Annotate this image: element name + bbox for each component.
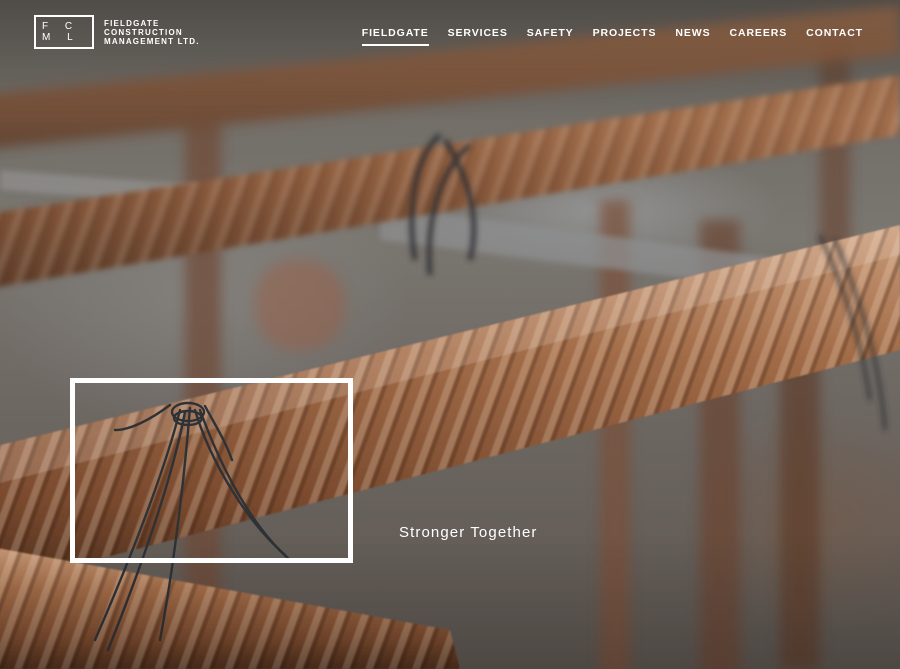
nav-item-contact[interactable]: CONTACT: [806, 27, 863, 46]
logo-name-line: FIELDGATE: [104, 18, 160, 28]
main-nav: FIELDGATE SERVICES SAFETY PROJECTS NEWS …: [343, 27, 863, 46]
logo[interactable]: F C M L FIELDGATE CONSTRUCTION MANAGEMEN…: [34, 15, 200, 49]
logo-name-line: CONSTRUCTION: [104, 27, 183, 37]
hero-background-image: [0, 5, 900, 669]
logo-monogram: F C M L: [34, 15, 94, 49]
nav-item-news[interactable]: NEWS: [675, 27, 710, 46]
hero-tagline: Stronger Together: [399, 524, 538, 541]
nav-item-fieldgate[interactable]: FIELDGATE: [361, 27, 429, 46]
nav-item-services[interactable]: SERVICES: [448, 27, 508, 46]
logo-name-line: MANAGEMENT LTD.: [104, 36, 200, 46]
nav-item-careers[interactable]: CAREERS: [729, 27, 787, 46]
hero-focus-frame: [70, 378, 353, 563]
logo-company-name: FIELDGATE CONSTRUCTION MANAGEMENT LTD.: [104, 19, 200, 46]
nav-item-projects[interactable]: PROJECTS: [593, 27, 657, 46]
hero-section: F C M L FIELDGATE CONSTRUCTION MANAGEMEN…: [0, 0, 900, 669]
nav-item-safety[interactable]: SAFETY: [527, 27, 574, 46]
